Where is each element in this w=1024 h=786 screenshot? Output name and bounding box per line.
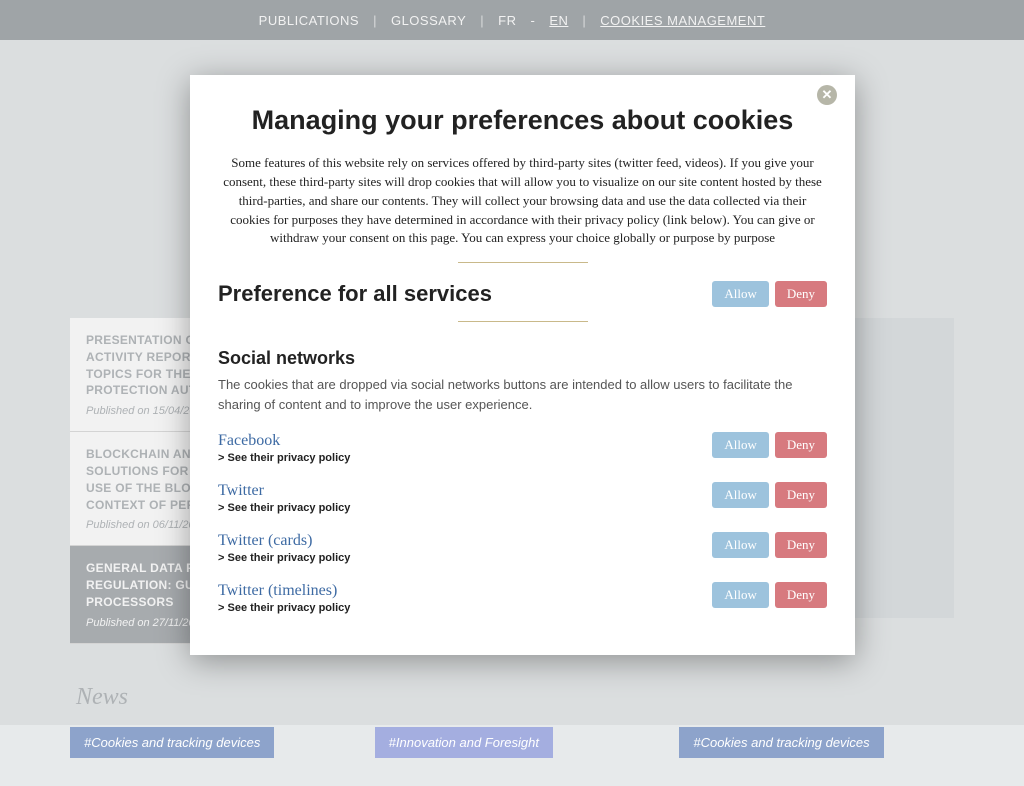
deny-button[interactable]: Deny [775, 532, 827, 558]
service-policy-link[interactable]: See their privacy policy [218, 452, 350, 464]
service-policy-link[interactable]: See their privacy policy [218, 552, 350, 564]
service-name[interactable]: Twitter [218, 482, 350, 500]
tag-card[interactable]: #Cookies and tracking devices [70, 727, 345, 758]
allow-button[interactable]: Allow [712, 532, 769, 558]
divider [458, 321, 588, 322]
service-name[interactable]: Facebook [218, 432, 350, 450]
allow-button[interactable]: Allow [712, 482, 769, 508]
pref-all-buttons: Allow Deny [712, 281, 827, 307]
tag-card[interactable]: #Cookies and tracking devices [679, 727, 954, 758]
section-social-desc: The cookies that are dropped via social … [218, 375, 827, 414]
tag-label: #Cookies and tracking devices [679, 727, 883, 758]
allow-button[interactable]: Allow [712, 582, 769, 608]
allow-all-button[interactable]: Allow [712, 281, 769, 307]
modal-intro: Some features of this website rely on se… [218, 154, 827, 248]
tag-card[interactable]: #Innovation and Foresight [375, 727, 650, 758]
pref-all-heading: Preference for all services [218, 281, 492, 307]
service-name[interactable]: Twitter (cards) [218, 532, 350, 550]
tag-label: #Cookies and tracking devices [70, 727, 274, 758]
tag-label: #Innovation and Foresight [375, 727, 553, 758]
service-row-twitter-timelines: Twitter (timelines) See their privacy po… [218, 582, 827, 614]
tags-row: #Cookies and tracking devices #Innovatio… [70, 727, 954, 758]
close-icon[interactable]: ✕ [817, 85, 837, 105]
section-social-title: Social networks [218, 348, 827, 369]
modal-title: Managing your preferences about cookies [218, 105, 827, 136]
service-row-facebook: Facebook See their privacy policy Allow … [218, 432, 827, 464]
service-policy-link[interactable]: See their privacy policy [218, 502, 350, 514]
deny-button[interactable]: Deny [775, 582, 827, 608]
service-row-twitter: Twitter See their privacy policy Allow D… [218, 482, 827, 514]
modal-scroll[interactable]: Managing your preferences about cookies … [190, 75, 855, 655]
service-row-twitter-cards: Twitter (cards) See their privacy policy… [218, 532, 827, 564]
deny-button[interactable]: Deny [775, 482, 827, 508]
divider [458, 262, 588, 263]
cookie-modal: ✕ Managing your preferences about cookie… [190, 75, 855, 655]
allow-button[interactable]: Allow [712, 432, 769, 458]
service-name[interactable]: Twitter (timelines) [218, 582, 350, 600]
deny-button[interactable]: Deny [775, 432, 827, 458]
service-policy-link[interactable]: See their privacy policy [218, 602, 350, 614]
deny-all-button[interactable]: Deny [775, 281, 827, 307]
pref-all-row: Preference for all services Allow Deny [218, 281, 827, 307]
